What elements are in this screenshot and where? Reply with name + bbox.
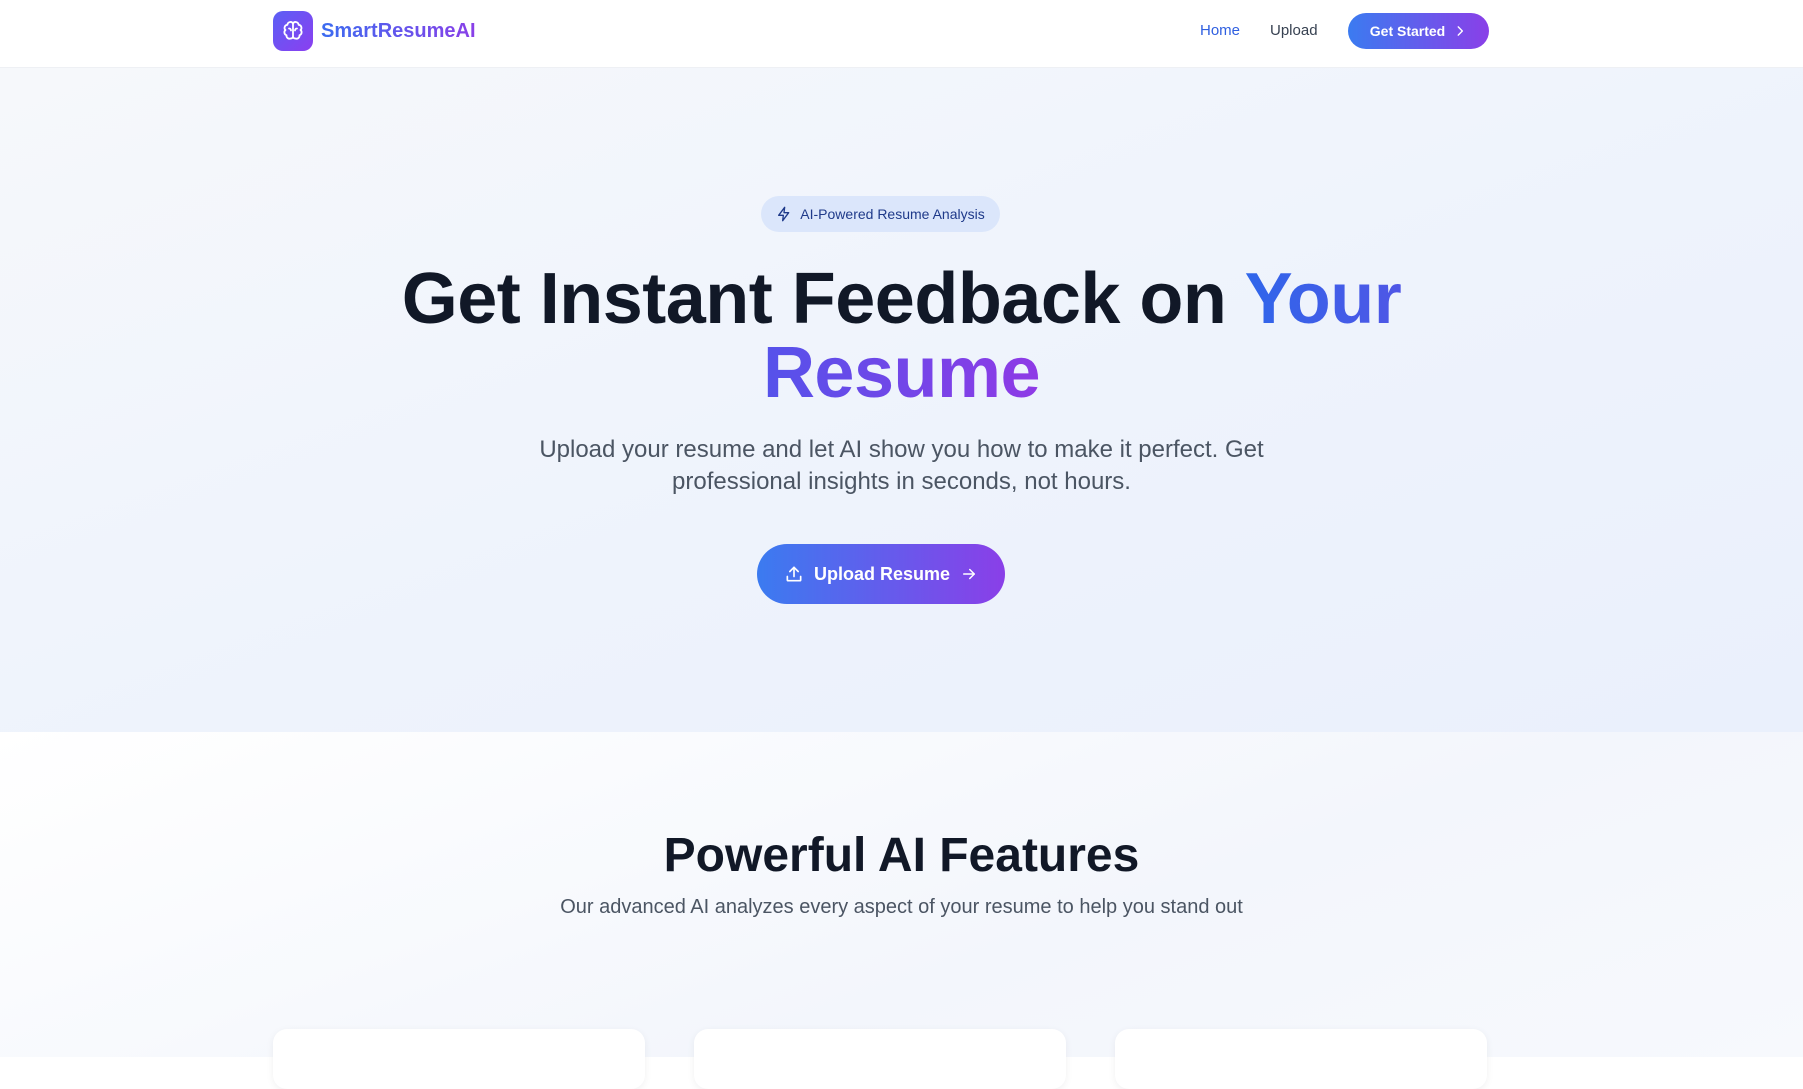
feature-card [694, 1029, 1066, 1089]
hero-title-plain: Get Instant Feedback on [401, 259, 1245, 339]
brand[interactable]: SmartResumeAI [273, 11, 476, 51]
hero-subtitle: Upload your resume and let AI show you h… [539, 436, 1264, 495]
brain-icon [273, 11, 313, 51]
arrow-right-icon [963, 568, 976, 580]
features-title: Powerful AI Features [663, 829, 1140, 882]
ai-badge: AI-Powered Resume Analysis [761, 196, 1000, 232]
hero-title-highlight-your: Your [1244, 259, 1402, 339]
hero-title-highlight-resume: Resume [762, 333, 1041, 413]
features-subtitle: Our advanced AI analyzes every aspect of… [560, 896, 1243, 918]
nav-link-home[interactable]: Home [1200, 22, 1240, 39]
lightning-icon [778, 206, 790, 222]
badge-label: AI-Powered Resume Analysis [800, 206, 985, 222]
hero-title: Get Instant Feedback on Your Resume [0, 262, 1803, 410]
get-started-button[interactable]: Get Started [1348, 13, 1489, 49]
feature-card [273, 1029, 645, 1089]
navbar: SmartResumeAI Home Upload Get Started [0, 0, 1803, 68]
chevron-right-icon [1457, 26, 1464, 36]
feature-card [1115, 1029, 1487, 1089]
nav-link-upload[interactable]: Upload [1270, 22, 1318, 39]
upload-resume-label: Upload Resume [813, 563, 951, 584]
upload-icon [786, 566, 802, 582]
brand-name: SmartResumeAI [321, 19, 476, 42]
get-started-label: Get Started [1369, 23, 1446, 39]
upload-resume-button[interactable]: Upload Resume [757, 544, 1005, 604]
